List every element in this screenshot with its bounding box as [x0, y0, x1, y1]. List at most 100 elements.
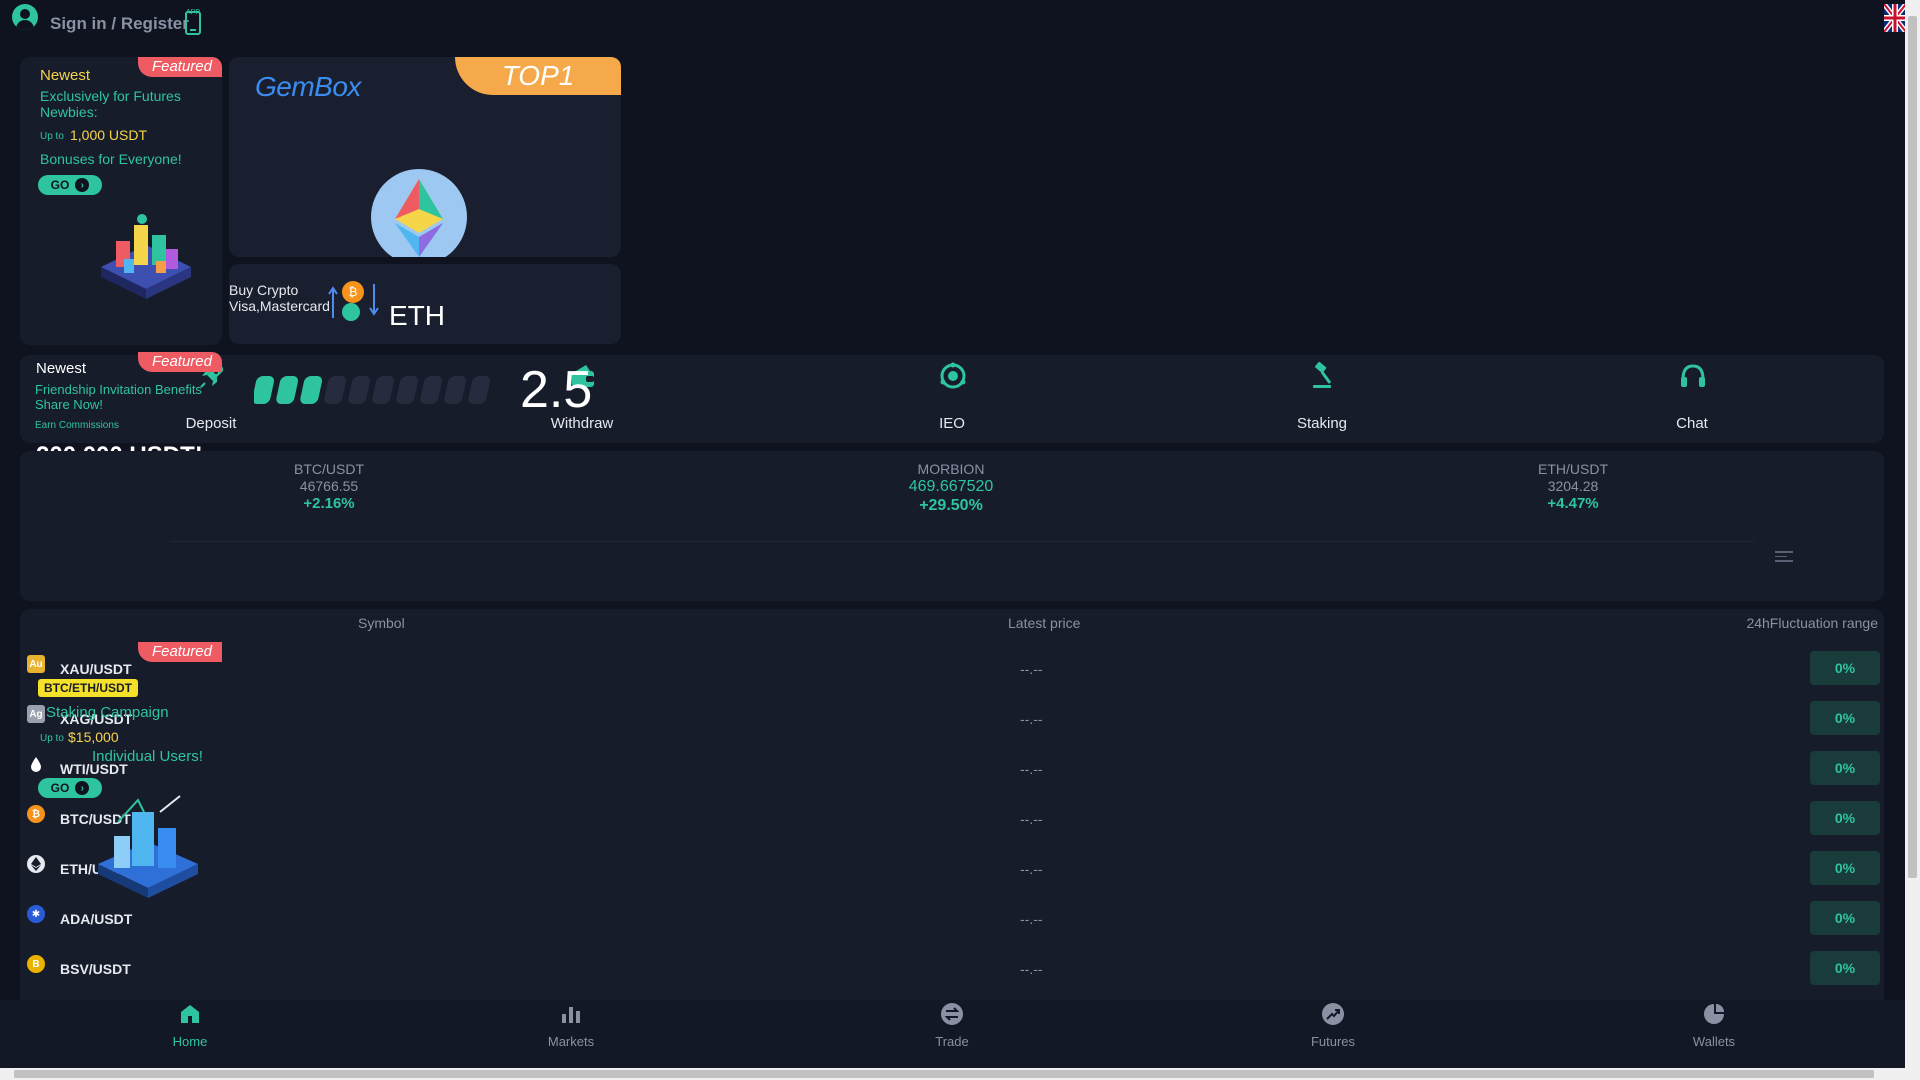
bottom-nav-label: Markets — [547, 1034, 595, 1049]
featured-tag: Featured — [137, 642, 222, 662]
row-range-badge: 0% — [1810, 701, 1880, 735]
horizontal-scrollbar[interactable] — [0, 1068, 1920, 1080]
table-row[interactable]: ETH/USDT --.-- 0% — [20, 849, 1884, 899]
progress-segment — [396, 376, 419, 404]
table-row[interactable]: Ag XAG/USDT --.-- 0% — [20, 699, 1884, 749]
ticker-price: 46766.55 — [299, 478, 359, 494]
buy-coin-label: ETH — [389, 300, 445, 331]
promo-amount: $15,000 — [68, 729, 119, 745]
eth-logo-icon — [371, 169, 467, 257]
isometric-city-illustration — [96, 205, 196, 320]
quick-nav-label: Chat — [1676, 415, 1708, 432]
bsv-icon: B — [27, 955, 45, 973]
buy-crypto-card[interactable]: Buy Crypto Visa,Mastercard ₿ ETH — [229, 264, 621, 344]
bottom-nav-markets[interactable]: Markets — [511, 1000, 631, 1068]
row-range-badge: 0% — [1810, 751, 1880, 785]
ticker-change: +29.50% — [919, 497, 983, 514]
table-row[interactable]: Au XAU/USDT --.-- 0% — [20, 649, 1884, 699]
isometric-building-illustration — [88, 792, 208, 906]
ticker-symbol: BTC/USDT — [294, 461, 364, 477]
pie-chart-icon — [1702, 1002, 1726, 1026]
ticker-change: +4.47% — [1547, 495, 1599, 512]
promo-line: Staking Campaign — [46, 704, 169, 721]
table-row[interactable]: WTI/USDT --.-- 0% — [20, 749, 1884, 799]
ticker-price: 3204.28 — [1547, 478, 1599, 494]
promo-newest: Newest — [36, 360, 87, 377]
progress-segment — [372, 376, 395, 404]
scrollbar-thumb[interactable] — [1908, 16, 1917, 878]
vertical-scrollbar[interactable] — [1905, 0, 1920, 1068]
arrow-right-icon: › — [75, 178, 90, 192]
ticker-panel: BTC/USDT 46766.55 +2.16% MORBION 469.667… — [20, 451, 1884, 601]
trade-icon — [940, 1002, 964, 1026]
ticker-item[interactable]: BTC/USDT 46766.55 +2.16% — [229, 461, 429, 512]
headset-icon — [1678, 361, 1708, 391]
hammer-icon — [1308, 361, 1338, 391]
progress-segment — [252, 376, 275, 404]
quick-nav-label: Staking — [1296, 415, 1348, 432]
go-label: GO — [50, 781, 70, 795]
bottom-nav-label: Futures — [1310, 1034, 1356, 1049]
gembox-logo: GemBox — [255, 71, 361, 102]
promo-line: Bonuses for Everyone! — [40, 151, 182, 167]
bottom-nav-futures[interactable]: Futures — [1273, 1000, 1393, 1068]
app-label: APP — [186, 9, 200, 16]
row-range-badge: 0% — [1810, 851, 1880, 885]
column-header-symbol: Symbol — [358, 615, 405, 631]
gembox-counter: 2.5 — [520, 361, 593, 419]
bottom-nav-wallets[interactable]: Wallets — [1654, 1000, 1774, 1068]
progress-segment — [444, 376, 467, 404]
row-range-badge: 0% — [1810, 801, 1880, 835]
featured-tag: Featured — [137, 352, 222, 372]
promo-small: Earn Commissions — [35, 420, 119, 431]
promo-line: Share Now! — [35, 397, 103, 412]
app-download-icon[interactable]: APP — [182, 8, 204, 36]
promo-banner-staking[interactable]: Featured BTC/ETH/USDT Staking Campaign U… — [20, 642, 222, 906]
row-price: --.-- — [1020, 711, 1043, 727]
top1-tag: TOP1 — [455, 57, 621, 95]
promo-banner-futures[interactable]: Featured Newest Exclusively for Futures … — [20, 57, 222, 345]
row-price: --.-- — [1020, 861, 1043, 877]
scrollbar-thumb[interactable] — [14, 1070, 1874, 1078]
futures-icon — [1321, 1002, 1345, 1026]
ticker-item[interactable]: ETH/USDT 3204.28 +4.47% — [1473, 461, 1673, 512]
gembox-progress-bars — [252, 372, 494, 413]
promo-line: Friendship Invitation Benefits — [35, 382, 202, 397]
quick-nav-chat[interactable]: Chat — [1617, 355, 1767, 443]
ada-icon: ✱ — [27, 905, 45, 923]
bottom-nav-home[interactable]: Home — [130, 1000, 250, 1068]
promo-line: Individual Users! — [92, 748, 203, 765]
row-symbol: BSV/USDT — [60, 961, 131, 977]
language-flag-icon[interactable] — [1884, 4, 1906, 32]
buy-crypto-label: Buy Crypto — [229, 282, 299, 298]
ticker-change: +2.16% — [303, 495, 355, 512]
go-label: GO — [50, 178, 70, 192]
progress-segment — [300, 376, 323, 404]
quick-nav-label: IEO — [939, 415, 965, 432]
progress-segment — [468, 376, 491, 404]
table-row[interactable]: B BSV/USDT --.-- 0% — [20, 949, 1884, 999]
svg-text:₿: ₿ — [349, 285, 358, 299]
quick-nav-ieo[interactable]: IEO — [877, 355, 1027, 443]
row-symbol: ADA/USDT — [60, 911, 133, 927]
bottom-nav-trade[interactable]: Trade — [892, 1000, 1012, 1068]
progress-segment — [420, 376, 443, 404]
column-header-range: 24hFluctuation range — [1746, 615, 1878, 631]
quick-nav-staking[interactable]: Staking — [1247, 355, 1397, 443]
bottom-nav: Home Markets Trade Futures Wallets — [0, 1000, 1905, 1068]
bottom-nav-label: Wallets — [1692, 1034, 1736, 1049]
bottom-nav-label: Trade — [935, 1034, 969, 1049]
menu-icon[interactable] — [1775, 551, 1793, 565]
ieo-icon — [938, 361, 968, 391]
home-icon — [178, 1002, 202, 1026]
row-price: --.-- — [1020, 961, 1043, 977]
table-row[interactable]: ✱ ADA/USDT --.-- 0% — [20, 899, 1884, 949]
table-row[interactable]: ₿ BTC/USDT --.-- 0% — [20, 799, 1884, 849]
avatar-icon[interactable] — [12, 4, 38, 30]
go-button[interactable]: GO › — [38, 175, 102, 195]
row-price: --.-- — [1020, 661, 1043, 677]
sign-in-register-link[interactable]: Sign in / Register — [50, 14, 189, 34]
promo-badge: BTC/ETH/USDT — [38, 679, 138, 697]
gembox-card[interactable]: GemBox TOP1 — [229, 57, 621, 257]
ticker-item[interactable]: MORBION 469.667520 +29.50% — [851, 461, 1051, 515]
